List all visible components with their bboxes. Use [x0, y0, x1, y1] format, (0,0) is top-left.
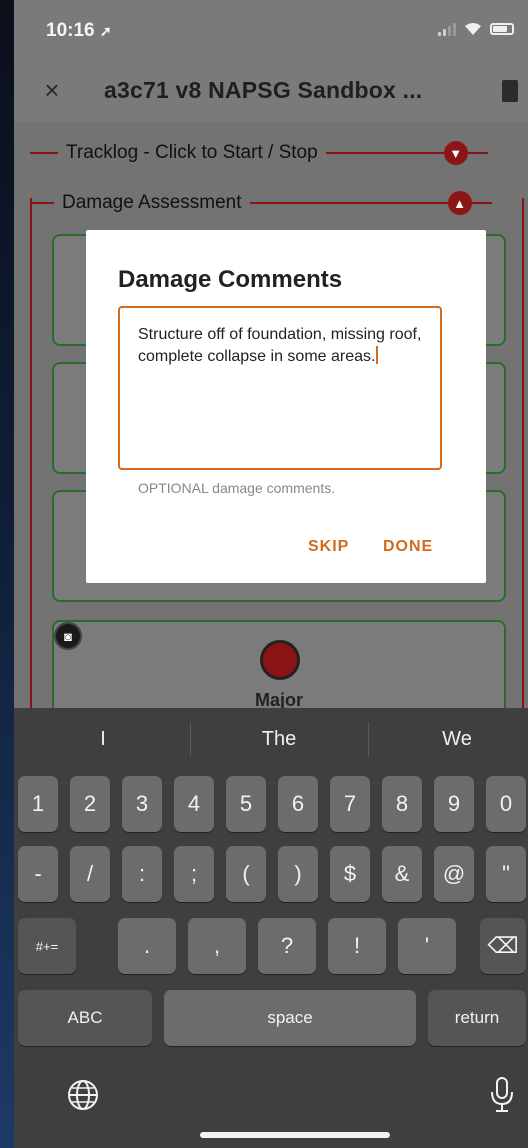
suggestion-item[interactable]: We: [372, 728, 528, 751]
key-slash[interactable]: /: [70, 846, 110, 902]
key-abc[interactable]: ABC: [18, 990, 152, 1046]
key-ampersand[interactable]: &: [382, 846, 422, 902]
battery-icon: [490, 23, 514, 35]
done-button[interactable]: DONE: [383, 538, 433, 556]
page-title: a3c71 v8 NAPSG Sandbox ...: [104, 77, 423, 103]
section-tracklog[interactable]: Tracklog - Click to Start / Stop ▼: [30, 138, 524, 168]
wifi-icon: [464, 22, 482, 36]
section-line: [325, 152, 444, 154]
key-close-paren[interactable]: ): [278, 846, 318, 902]
key-0[interactable]: 0: [486, 776, 526, 832]
microphone-icon[interactable]: [488, 1076, 516, 1119]
device-bezel: [0, 0, 14, 1148]
key-apostrophe[interactable]: ': [398, 918, 456, 974]
suggestion-item[interactable]: I: [18, 728, 188, 751]
key-6[interactable]: 6: [278, 776, 318, 832]
text-caret: [376, 346, 379, 364]
key-1[interactable]: 1: [18, 776, 58, 832]
skip-button[interactable]: SKIP: [308, 538, 349, 556]
key-period[interactable]: .: [118, 918, 176, 974]
phone-screen: 10:16 ➚ × a3c71 v8 NAPSG Sandbox ... Tra…: [14, 0, 528, 1148]
signal-icon: [438, 22, 456, 36]
camera-icon[interactable]: ◙: [54, 622, 82, 650]
section-label: Tracklog - Click to Start / Stop: [66, 142, 318, 163]
key-quote[interactable]: ": [486, 846, 526, 902]
input-text: Structure off of foundation, missing roo…: [138, 326, 422, 365]
key-open-paren[interactable]: (: [226, 846, 266, 902]
key-return[interactable]: return: [428, 990, 526, 1046]
suggestion-divider: [190, 722, 191, 756]
chevron-down-icon[interactable]: ▼: [443, 141, 468, 165]
key-semicolon[interactable]: ;: [174, 846, 214, 902]
key-dollar[interactable]: $: [330, 846, 370, 902]
section-line: [30, 152, 58, 154]
key-comma[interactable]: ,: [188, 918, 246, 974]
close-icon[interactable]: ×: [38, 76, 66, 104]
status-bar: 10:16 ➚: [14, 0, 528, 62]
backspace-icon[interactable]: ⌫: [480, 918, 526, 974]
key-8[interactable]: 8: [382, 776, 422, 832]
damage-comments-input[interactable]: Structure off of foundation, missing roo…: [118, 306, 442, 470]
key-colon[interactable]: :: [122, 846, 162, 902]
key-9[interactable]: 9: [434, 776, 474, 832]
key-4[interactable]: 4: [174, 776, 214, 832]
key-question[interactable]: ?: [258, 918, 316, 974]
key-3[interactable]: 3: [122, 776, 162, 832]
suggestion-divider: [368, 722, 369, 756]
key-symbols[interactable]: #+=: [18, 918, 76, 974]
key-at[interactable]: @: [434, 846, 474, 902]
key-2[interactable]: 2: [70, 776, 110, 832]
status-time: 10:16 ➚: [46, 20, 112, 41]
damage-comments-dialog: Damage Comments Structure off of foundat…: [86, 230, 486, 583]
globe-icon[interactable]: [66, 1078, 100, 1117]
key-space[interactable]: space: [164, 990, 416, 1046]
key-5[interactable]: 5: [226, 776, 266, 832]
map-icon[interactable]: [502, 80, 518, 102]
key-7[interactable]: 7: [330, 776, 370, 832]
key-dash[interactable]: -: [18, 846, 58, 902]
location-arrow-icon: ➚: [99, 23, 112, 39]
key-exclamation[interactable]: !: [328, 918, 386, 974]
dialog-title: Damage Comments: [118, 266, 343, 293]
nav-bar: × a3c71 v8 NAPSG Sandbox ...: [14, 62, 528, 122]
severity-indicator: [260, 640, 300, 680]
section-line: [467, 152, 488, 154]
helper-text: OPTIONAL damage comments.: [138, 480, 336, 496]
home-indicator[interactable]: [200, 1132, 390, 1138]
status-icons: [438, 22, 514, 36]
suggestion-item[interactable]: The: [194, 728, 364, 751]
suggestion-bar: I The We: [14, 708, 528, 772]
